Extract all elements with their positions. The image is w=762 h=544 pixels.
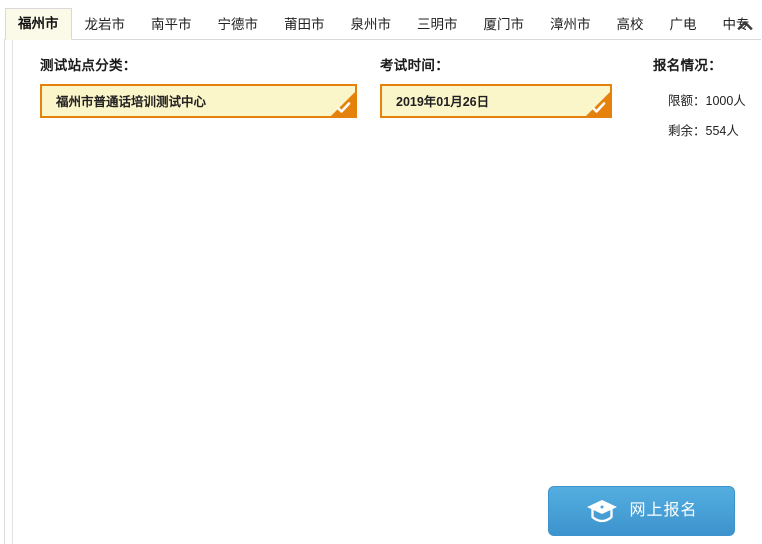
tab-quanzhou[interactable]: 泉州市 (338, 8, 405, 40)
site-category-option[interactable]: 福州市普通话培训测试中心 (40, 83, 357, 118)
tab-sanming[interactable]: 三明市 (404, 8, 471, 40)
tab-label: 龙岩市 (84, 16, 126, 32)
exam-time-option[interactable]: 2019年01月26日 (380, 83, 612, 118)
registration-status-title: 报名情况： (653, 58, 722, 73)
check-icon (331, 91, 355, 116)
site-category-value: 福州市普通话培训测试中心 (56, 95, 207, 109)
tab-gaoxiao[interactable]: 高校 (604, 8, 657, 40)
tab-fuzhou[interactable]: 福州市 (5, 8, 72, 40)
registration-status-group: 报名情况： 限额：1000人 剩余：554人 (653, 59, 762, 156)
site-category-group: 测试站点分类： 福州市普通话培训测试中心 (40, 59, 370, 118)
tab-label: 高校 (616, 16, 644, 32)
tab-longyan[interactable]: 龙岩市 (72, 8, 139, 40)
quota-remaining-text: 剩余：554人 (668, 124, 739, 138)
site-category-label: 测试站点分类： (40, 58, 137, 73)
tab-label: 莆田市 (284, 16, 325, 32)
tab-label: 厦门市 (483, 16, 525, 32)
tab-label: 泉州市 (350, 16, 392, 32)
content-panel-inner: 测试站点分类： 福州市普通话培训测试中心 考试时间： 2019年01月26日 报… (12, 40, 761, 544)
tab-guangdian[interactable]: 广电 (657, 8, 710, 40)
tab-label: 福州市 (18, 16, 59, 32)
content-panel: 测试站点分类： 福州市普通话培训测试中心 考试时间： 2019年01月26日 报… (4, 39, 761, 544)
tab-xiamen[interactable]: 厦门市 (471, 8, 538, 40)
tab-label: 广电 (669, 16, 697, 32)
city-tab-bar: 福州市 龙岩市 南平市 宁德市 莆田市 泉州市 三明市 厦门市 漳州市 高校 广… (0, 0, 762, 40)
tab-label: 宁德市 (217, 16, 259, 32)
tab-putian[interactable]: 莆田市 (271, 8, 338, 40)
exam-time-group: 考试时间： 2019年01月26日 (380, 59, 620, 118)
tab-label: 南平市 (151, 16, 192, 32)
tab-label: 漳州市 (550, 16, 591, 32)
online-registration-label: 网上报名 (629, 502, 698, 519)
tab-nanping[interactable]: 南平市 (138, 8, 205, 40)
exam-time-value: 2019年01月26日 (396, 95, 490, 109)
tab-label: 三明市 (417, 16, 458, 32)
quota-limit-text: 限额：1000人 (668, 93, 746, 108)
check-icon (586, 91, 610, 116)
online-registration-button[interactable]: 网上报名 (548, 486, 735, 536)
graduation-cap-icon (587, 500, 618, 523)
tab-list: 福州市 龙岩市 南平市 宁德市 莆田市 泉州市 三明市 厦门市 漳州市 高校 广… (5, 8, 762, 40)
chevron-up-icon[interactable] (734, 14, 756, 36)
tab-zhangzhou[interactable]: 漳州市 (537, 8, 604, 40)
exam-time-label: 考试时间： (380, 58, 449, 73)
tab-ningde[interactable]: 宁德市 (205, 8, 272, 40)
